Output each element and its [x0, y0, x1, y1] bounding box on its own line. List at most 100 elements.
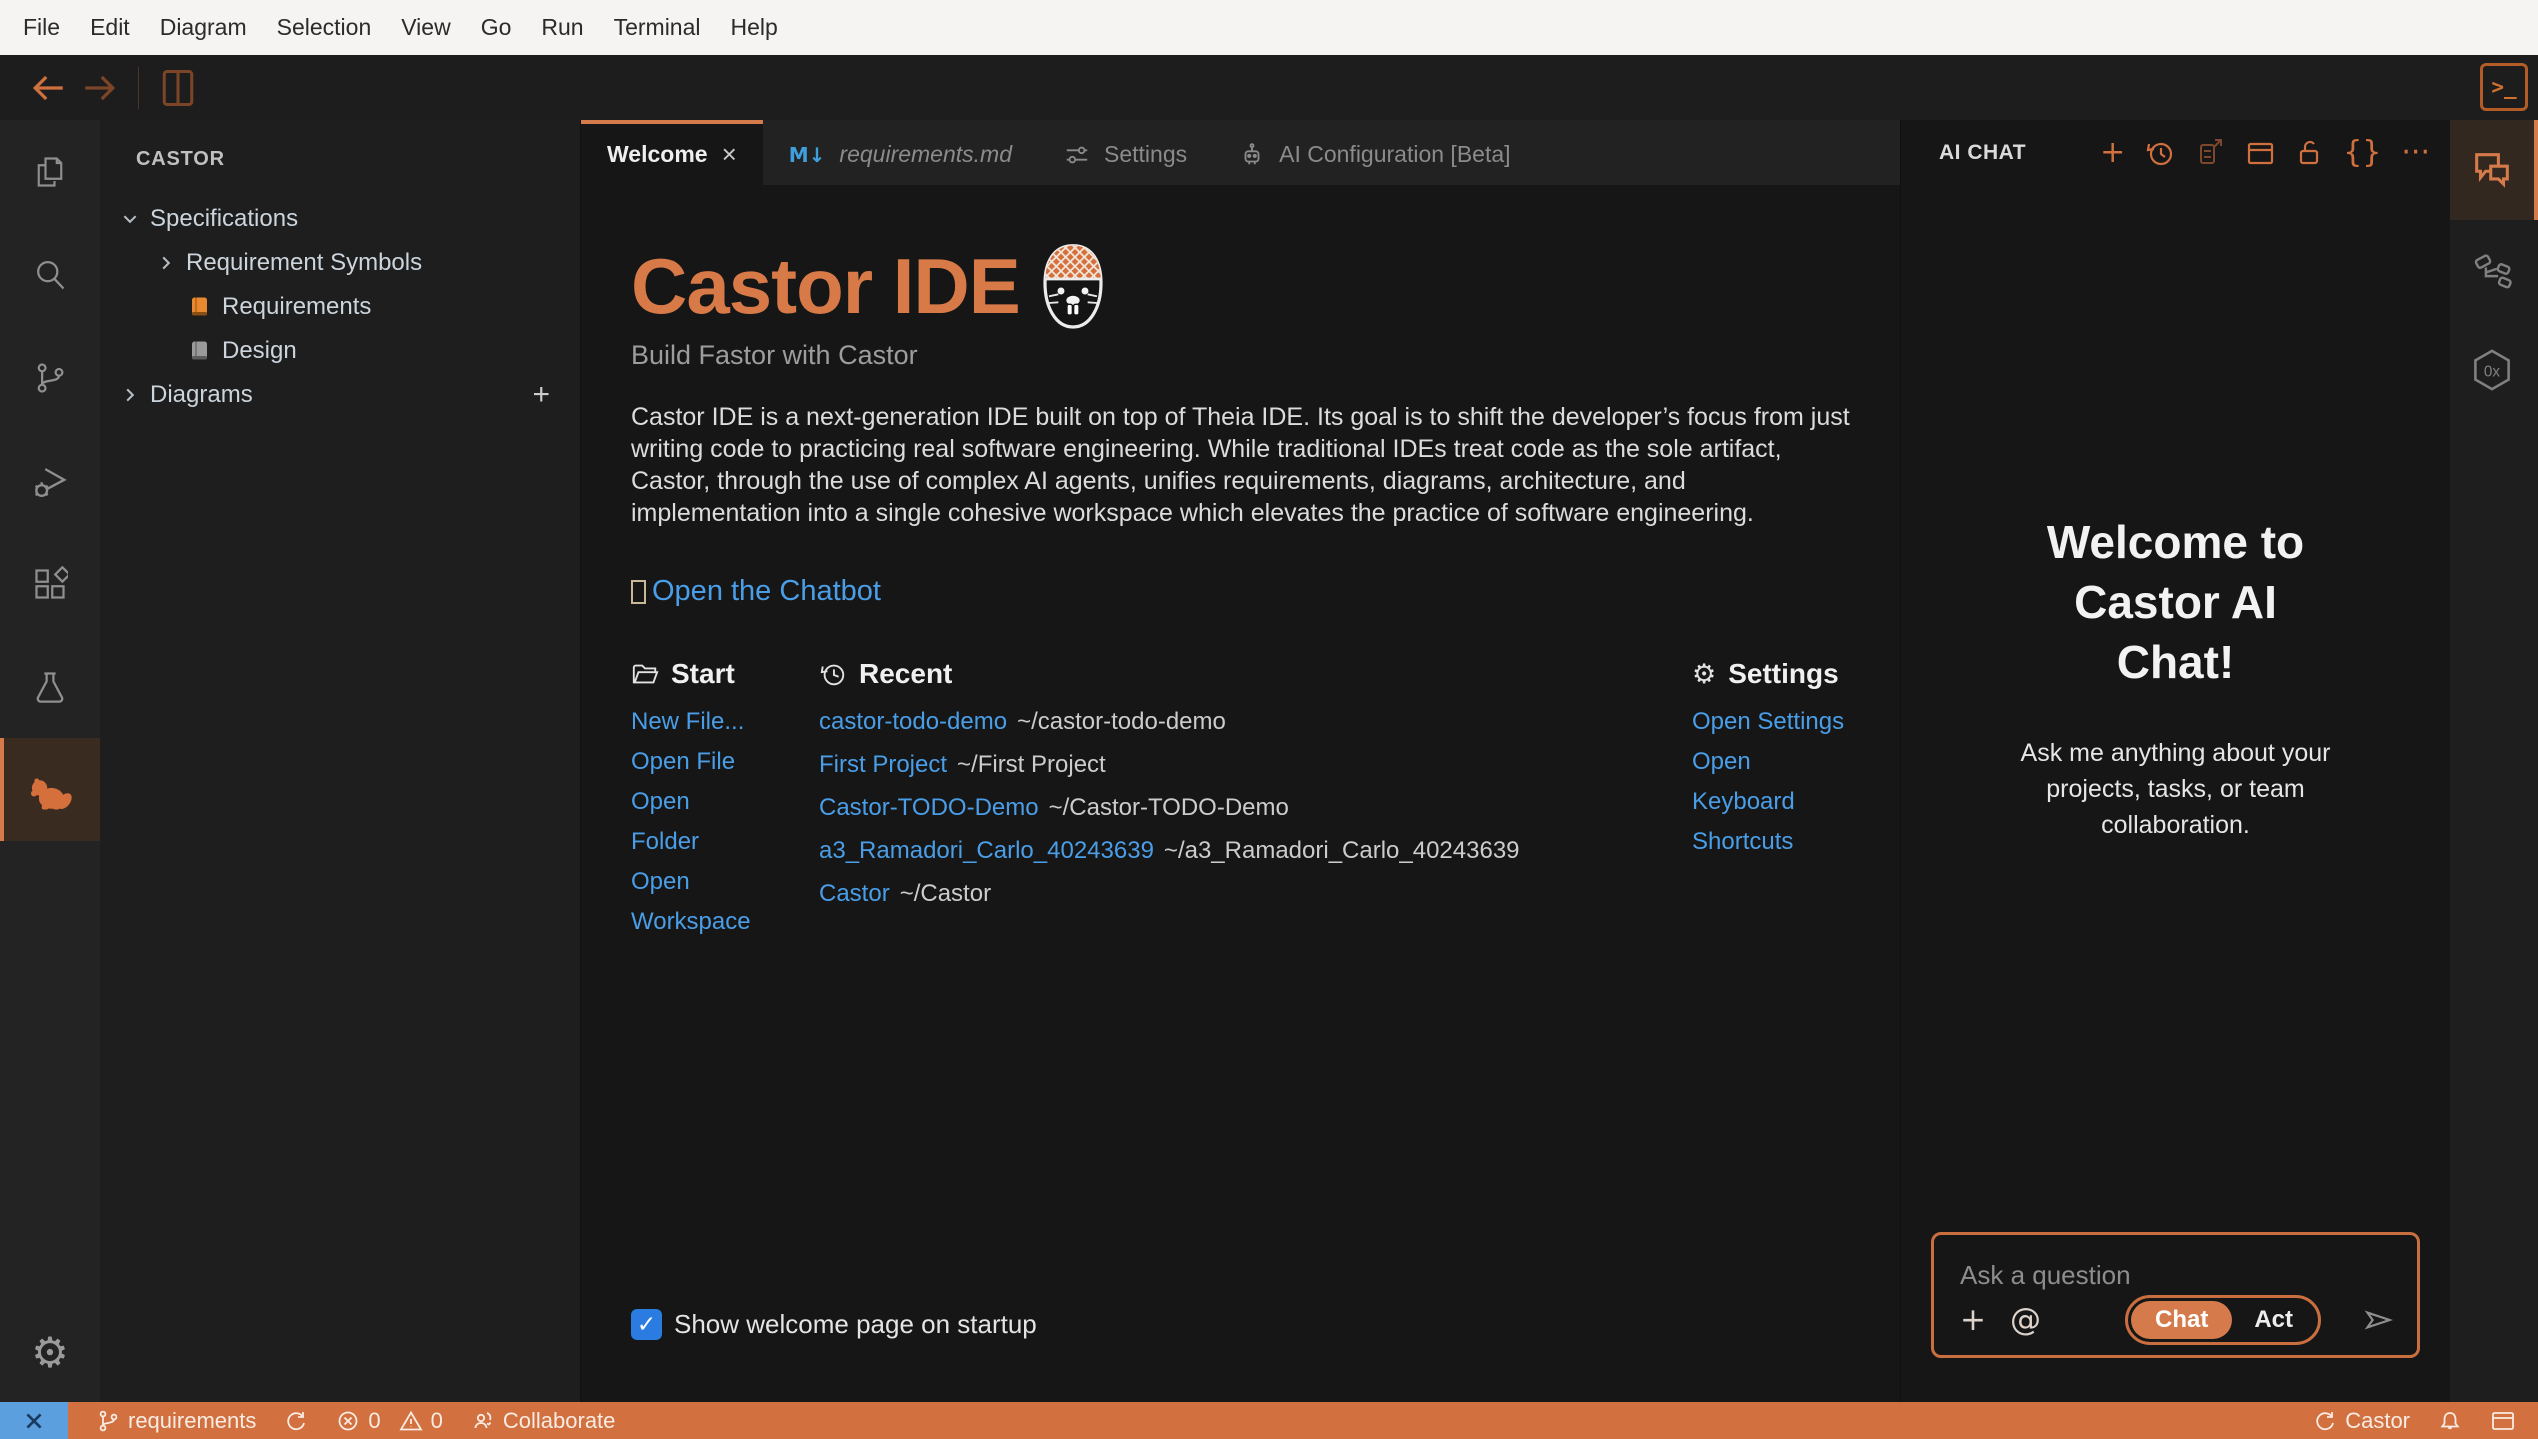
recent-link[interactable]: castor-todo-demo	[819, 708, 1007, 735]
tab-bar: Welcome × M↓ requirements.md Settings	[581, 120, 1900, 185]
panel-layout-icon[interactable]	[2476, 1409, 2538, 1433]
welcome-description: Castor IDE is a next-generation IDE buil…	[631, 401, 1850, 529]
right-activity-bar: 0x	[2450, 120, 2538, 1402]
split-editor-icon[interactable]	[153, 63, 203, 113]
collaborate-status[interactable]: Collaborate	[457, 1402, 630, 1439]
toggle-terminal-icon[interactable]: >_	[2480, 63, 2528, 111]
problems-status[interactable]: 0 0	[322, 1402, 457, 1439]
castor-beaver-icon[interactable]	[0, 738, 100, 841]
tree-item-specifications[interactable]: Specifications	[100, 197, 580, 241]
open-file-link[interactable]: Open File	[631, 742, 749, 782]
open-chatbot-link[interactable]: Open the Chatbot	[652, 575, 881, 608]
open-folder-icon	[631, 660, 659, 688]
tree-item-diagrams[interactable]: Diagrams +	[100, 373, 580, 417]
menu-terminal[interactable]: Terminal	[599, 0, 716, 55]
page-subtitle: Build Fastor with Castor	[631, 340, 1850, 371]
new-chat-plus-icon[interactable]: +	[2100, 138, 2125, 168]
tab-settings[interactable]: Settings	[1038, 120, 1213, 185]
chevron-right-icon	[118, 383, 142, 407]
page-title: Castor IDE	[631, 241, 1020, 332]
branch-name: requirements	[128, 1408, 256, 1434]
new-file-link[interactable]: New File...	[631, 702, 749, 742]
forward-arrow-icon[interactable]	[74, 63, 124, 113]
ai-chat-bubbles-icon[interactable]	[2450, 120, 2538, 220]
test-flask-icon[interactable]	[0, 635, 100, 738]
tree-item-requirement-symbols[interactable]: Requirement Symbols	[100, 241, 580, 285]
layout-panel-icon[interactable]	[2245, 138, 2275, 168]
castor-status-label: Castor	[2345, 1408, 2410, 1434]
source-control-icon[interactable]	[0, 326, 100, 429]
chat-history-icon[interactable]	[2145, 138, 2175, 168]
recent-link[interactable]: Castor-TODO-Demo	[819, 794, 1039, 821]
ai-question-box: + @ Chat Act	[1931, 1232, 2420, 1358]
keyboard-shortcuts-link[interactable]: Open Keyboard Shortcuts	[1692, 742, 1850, 862]
sync-status[interactable]	[270, 1402, 322, 1439]
add-diagram-button[interactable]: +	[532, 380, 580, 410]
tab-requirements-md[interactable]: M↓ requirements.md	[763, 120, 1038, 185]
unlock-icon[interactable]	[2295, 138, 2323, 168]
mode-act-button[interactable]: Act	[2232, 1301, 2315, 1339]
gray-book-icon	[188, 339, 212, 363]
tree-item-design[interactable]: Design	[100, 329, 580, 373]
more-actions-icon[interactable]: ···	[2401, 138, 2430, 168]
status-bar: requirements 0 0 Collaborate	[0, 1402, 2538, 1439]
welcome-page: Castor IDE	[581, 185, 1900, 1402]
variables-braces-icon[interactable]: {}	[2343, 138, 2381, 168]
menu-diagram[interactable]: Diagram	[145, 0, 262, 55]
extensions-icon[interactable]	[0, 532, 100, 635]
menu-edit[interactable]: Edit	[75, 0, 145, 55]
navigation-toolbar: >_	[0, 55, 2538, 120]
open-folder-link[interactable]: Open Folder	[631, 782, 749, 862]
manage-gear-icon[interactable]: ⚙	[0, 1302, 100, 1402]
menu-help[interactable]: Help	[716, 0, 793, 55]
error-count: 0	[368, 1408, 380, 1434]
recent-path: ~/a3_Ramadori_Carlo_40243639	[1164, 837, 1520, 864]
robot-icon	[1239, 142, 1265, 168]
tab-welcome[interactable]: Welcome ×	[581, 120, 763, 185]
explorer-icon[interactable]	[0, 120, 100, 223]
flow-diagram-icon[interactable]	[2450, 220, 2538, 320]
remote-indicator[interactable]	[0, 1402, 68, 1439]
close-icon[interactable]: ×	[722, 139, 737, 170]
recent-link[interactable]: Castor	[819, 880, 890, 907]
sliders-icon	[1064, 142, 1090, 168]
tab-label: AI Configuration [Beta]	[1279, 141, 1510, 168]
activity-bar-spacer	[0, 841, 100, 1302]
castor-logo	[1032, 243, 1114, 331]
settings-column: ⚙ Settings Open Settings Open Keyboard S…	[1692, 658, 1850, 942]
editor-group: Welcome × M↓ requirements.md Settings	[580, 120, 1900, 1402]
menu-view[interactable]: View	[386, 0, 465, 55]
terminal-glyph: >_	[2491, 75, 2516, 99]
activity-bar: ⚙	[0, 120, 100, 1402]
recent-link[interactable]: First Project	[819, 751, 947, 778]
attach-plus-icon[interactable]: +	[1960, 1305, 1986, 1336]
mode-chat-button[interactable]: Chat	[2131, 1301, 2232, 1339]
menu-file[interactable]: File	[8, 0, 75, 55]
menu-go[interactable]: Go	[466, 0, 527, 55]
open-workspace-link[interactable]: Open Workspace	[631, 862, 749, 942]
hex-0x-icon[interactable]: 0x	[2450, 320, 2538, 420]
open-settings-link[interactable]: Open Settings	[1692, 702, 1850, 742]
castor-sync-status[interactable]: Castor	[2299, 1408, 2424, 1434]
startup-checkbox[interactable]: ✓	[631, 1309, 662, 1340]
git-branch-status[interactable]: requirements	[82, 1402, 270, 1439]
menu-selection[interactable]: Selection	[262, 0, 387, 55]
back-arrow-icon[interactable]	[24, 63, 74, 113]
startup-checkbox-row: ✓ Show welcome page on startup	[631, 1309, 1850, 1340]
mention-at-icon[interactable]: @	[2010, 1305, 2041, 1336]
tree-item-requirements[interactable]: Requirements	[100, 285, 580, 329]
run-debug-icon[interactable]	[0, 429, 100, 532]
tab-ai-configuration[interactable]: AI Configuration [Beta]	[1213, 120, 1536, 185]
notifications-bell-icon[interactable]	[2424, 1409, 2476, 1433]
search-icon[interactable]	[0, 223, 100, 326]
send-icon[interactable]	[2361, 1303, 2395, 1337]
menu-run[interactable]: Run	[526, 0, 598, 55]
recent-link[interactable]: a3_Ramadori_Carlo_40243639	[819, 837, 1154, 864]
export-chat-icon[interactable]	[2195, 138, 2225, 168]
ai-chat-panel: AI CHAT +	[1900, 120, 2450, 1402]
sidebar-title: CASTOR	[100, 138, 580, 197]
tab-label: Settings	[1104, 141, 1187, 168]
ask-question-input[interactable]	[1934, 1235, 2417, 1297]
tree-label: Diagrams	[150, 381, 253, 409]
tree-label: Requirement Symbols	[186, 249, 422, 277]
